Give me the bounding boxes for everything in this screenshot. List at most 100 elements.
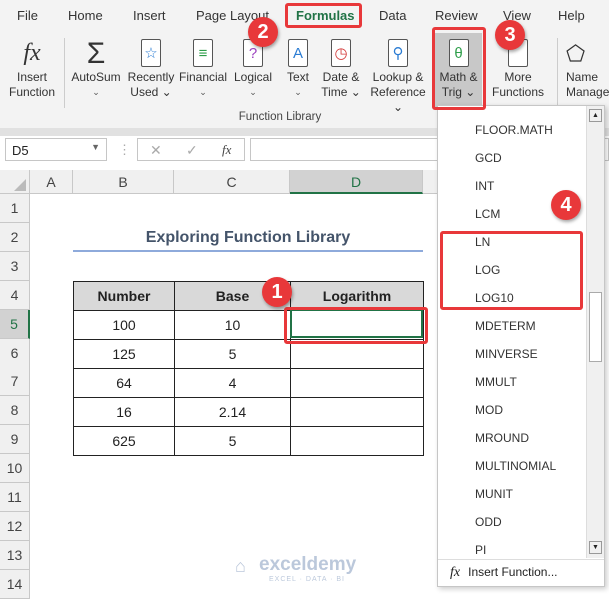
label: Reference ⌄ [370, 85, 426, 114]
label: Date & [322, 70, 360, 84]
table-cell[interactable] [290, 397, 424, 427]
label: ⌄ [92, 87, 100, 97]
text-button[interactable]: A Text ⌄ [281, 36, 315, 100]
row-header-9[interactable]: 9 [0, 425, 30, 455]
table-cell[interactable]: 4 [174, 368, 291, 398]
log-functions-highlight [440, 231, 583, 310]
row-header-11[interactable]: 11 [0, 483, 30, 512]
star-book-icon: ☆ [141, 39, 161, 67]
table-cell[interactable]: 5 [174, 426, 291, 456]
tab-help[interactable]: Help [558, 8, 585, 23]
function-item[interactable]: INT [475, 179, 494, 193]
table-cell[interactable]: 2.14 [174, 397, 291, 427]
function-library-group-label: Function Library [238, 111, 322, 123]
name-manager-button[interactable]: ⬠ Name Manager [566, 36, 609, 100]
label: ⌄ [199, 87, 207, 97]
row-header-6[interactable]: 6 [0, 338, 30, 368]
scroll-down-icon[interactable]: ▼ [589, 541, 602, 554]
function-item[interactable]: MINVERSE [475, 347, 538, 361]
dropdown-arrow-icon: ▼ [91, 142, 100, 152]
name-box[interactable]: D5 ▼ [5, 138, 107, 161]
row-header-4[interactable]: 4 [0, 280, 30, 310]
tab-home[interactable]: Home [68, 8, 103, 23]
more-functions-button[interactable]: MoreFunctions ⌄ [486, 36, 550, 115]
tag-icon: ⬠ [566, 40, 586, 66]
column-header-c[interactable]: C [174, 170, 290, 194]
grip-icon: ⋮ [118, 142, 131, 157]
autosum-button[interactable]: Σ AutoSum ⌄ [69, 36, 123, 100]
enter-icon[interactable]: ✓ [186, 142, 198, 159]
function-item[interactable]: LCM [475, 207, 500, 221]
fx-icon: fx [23, 39, 41, 66]
dropdown-scrollbar[interactable]: ▲ ▼ [586, 106, 604, 558]
label: Financial [178, 70, 228, 84]
function-item[interactable]: MOD [475, 403, 503, 417]
function-item[interactable]: MDETERM [475, 319, 536, 333]
scroll-up-icon[interactable]: ▲ [589, 109, 602, 122]
label: ⌄ [294, 87, 302, 97]
insert-function-menu-item[interactable]: fx Insert Function... [450, 565, 600, 583]
column-header-d[interactable]: D [290, 170, 423, 194]
row-header-10[interactable]: 10 [0, 454, 30, 484]
table-cell[interactable]: 64 [73, 368, 175, 398]
row-header-7[interactable]: 7 [0, 367, 30, 397]
label: ⌄ [249, 87, 257, 97]
table-cell[interactable]: 125 [73, 339, 175, 369]
table-cell[interactable]: 5 [174, 339, 291, 369]
table-cell[interactable]: 10 [174, 310, 291, 340]
clock-book-icon: ◷ [331, 39, 351, 67]
title-underline [73, 250, 423, 252]
sheet-title: Exploring Function Library [145, 229, 351, 246]
cancel-icon[interactable]: ✕ [150, 142, 162, 159]
insert-function-icon[interactable]: fx [222, 142, 231, 158]
function-item[interactable]: MROUND [475, 431, 529, 445]
sigma-icon: Σ [86, 36, 106, 70]
table-cell[interactable] [290, 426, 424, 456]
function-item[interactable]: FLOOR.MATH [475, 123, 553, 137]
function-item[interactable]: ODD [475, 515, 502, 529]
function-item[interactable]: MULTINOMIAL [475, 459, 556, 473]
financial-button[interactable]: ≡ Financial ⌄ [178, 36, 228, 100]
table-header-cell[interactable]: Number [73, 281, 175, 311]
function-item[interactable]: GCD [475, 151, 502, 165]
text-book-icon: A [288, 39, 308, 67]
label: Manager [566, 85, 609, 99]
lookup-reference-button[interactable]: ⚲ Lookup & Reference ⌄ [366, 36, 430, 115]
table-cell[interactable]: 100 [73, 310, 175, 340]
column-header-a[interactable]: A [30, 170, 73, 194]
row-header-5[interactable]: 5 [0, 309, 30, 339]
function-item[interactable]: MMULT [475, 375, 517, 389]
function-item[interactable]: MUNIT [475, 487, 513, 501]
row-header-14[interactable]: 14 [0, 569, 30, 599]
row-header-13[interactable]: 13 [0, 540, 30, 570]
date-time-button[interactable]: ◷ Date & Time ⌄ [318, 36, 364, 100]
row-header-3[interactable]: 3 [0, 251, 30, 281]
divider [64, 38, 65, 108]
row-header-12[interactable]: 12 [0, 511, 30, 541]
row-header-8[interactable]: 8 [0, 396, 30, 426]
watermark-name: exceldemy [259, 554, 357, 575]
recently-used-button[interactable]: ☆ Recently Used ⌄ [126, 36, 176, 100]
step-badge-1: 1 [262, 277, 292, 307]
scroll-thumb[interactable] [589, 292, 602, 362]
table-cell[interactable] [290, 368, 424, 398]
table-cell[interactable]: 625 [73, 426, 175, 456]
function-item[interactable]: PI [475, 543, 486, 557]
fx-icon: fx [450, 565, 461, 580]
row-header-2[interactable]: 2 [0, 222, 30, 252]
tab-insert[interactable]: Insert [133, 8, 166, 23]
table-cell[interactable]: 16 [73, 397, 175, 427]
formulas-tab-highlight [285, 3, 362, 28]
tab-file[interactable]: File [17, 8, 38, 23]
insert-function-button[interactable]: fx Insert Function [6, 36, 58, 100]
tab-data[interactable]: Data [379, 8, 406, 23]
row-header-1[interactable]: 1 [0, 194, 30, 223]
label: Function [8, 85, 56, 99]
step-badge-3: 3 [495, 20, 525, 50]
label: Lookup & [372, 70, 424, 84]
magnifier-book-icon: ⚲ [388, 39, 408, 67]
label: Text [286, 70, 309, 84]
select-all-corner[interactable] [0, 170, 30, 194]
column-header-b[interactable]: B [73, 170, 174, 194]
tab-review[interactable]: Review [435, 8, 478, 23]
